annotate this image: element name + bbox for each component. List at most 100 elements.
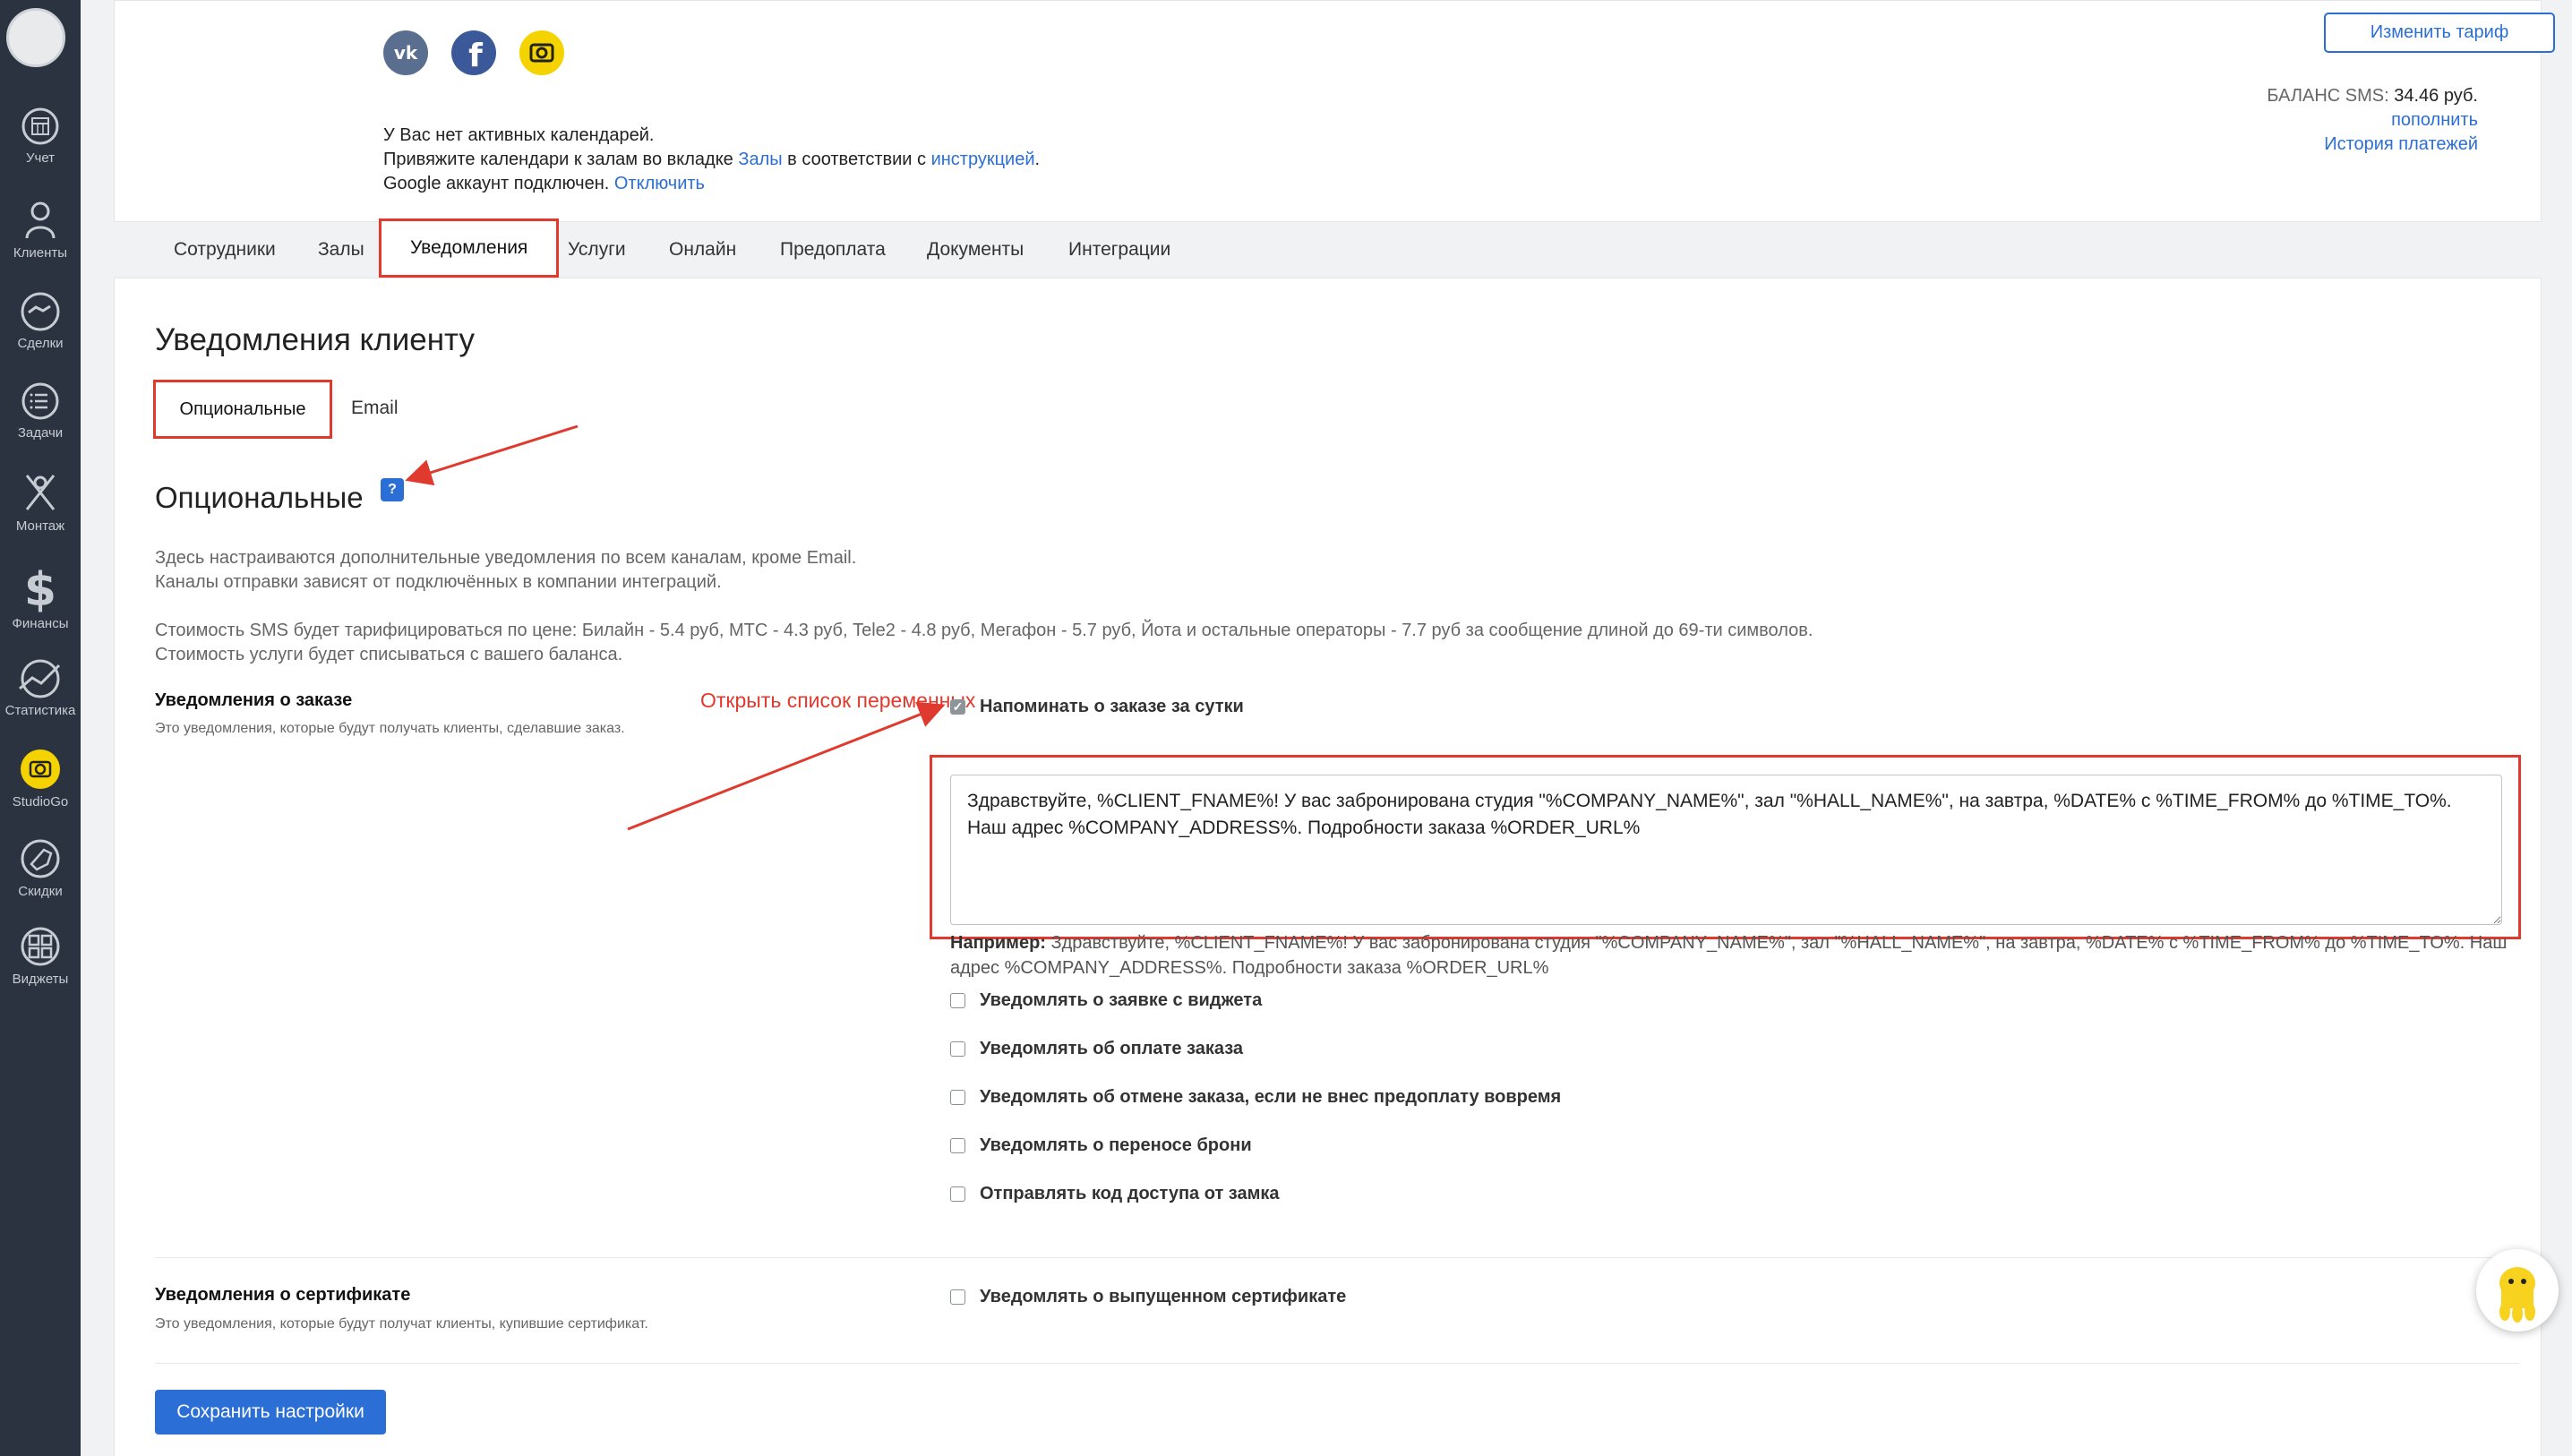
sidebar-item-discounts[interactable]: Скидки — [0, 837, 81, 927]
tab-notifications[interactable]: Уведомления — [379, 218, 560, 278]
tab-integrations[interactable]: Интеграции — [1068, 222, 1170, 278]
subtab-email[interactable]: Email — [351, 398, 399, 419]
dollar-icon: $ — [24, 564, 56, 612]
sidebar-item-label: Монтаж — [15, 518, 65, 534]
calendars-bind-hint: Привяжите календари к залам во вкладке З… — [383, 150, 1040, 170]
payment-history-link[interactable]: История платежей — [2324, 134, 2478, 155]
sidebar-item-label: Учет — [25, 150, 56, 166]
option-label: Уведомлять об оплате заказа — [980, 1039, 1244, 1058]
tab-halls[interactable]: Залы — [318, 222, 364, 278]
octopus-mascot-icon — [2499, 1267, 2535, 1323]
sidebar-item-widgets[interactable]: Виджеты — [0, 925, 81, 1015]
tab-services[interactable]: Услуги — [568, 222, 626, 278]
sidebar-item-label: Статистика — [4, 703, 76, 718]
order-notifications-subtitle: Это уведомления, которые будут получать … — [155, 721, 625, 736]
option-lock-code[interactable]: Отправлять код доступа от замка — [950, 1184, 1280, 1204]
option-checkbox[interactable] — [950, 1090, 965, 1105]
integrations-header: vk f У Вас нет активных календарей. Прив… — [114, 0, 2555, 222]
certificate-notifications-subtitle: Это уведомления, которые будут получат к… — [155, 1316, 648, 1332]
settings-tabs: Сотрудники Залы Уведомления Услуги Онлай… — [114, 218, 2542, 278]
change-tariff-button[interactable]: Изменить тариф — [2324, 13, 2555, 53]
widgets-icon — [21, 927, 60, 966]
halls-link[interactable]: Залы — [738, 150, 782, 169]
save-settings-button[interactable]: Сохранить настройки — [155, 1390, 386, 1435]
option-label: Уведомлять об отмене заказа, если не вне… — [980, 1087, 1562, 1107]
option-booking-reschedule[interactable]: Уведомлять о переносе брони — [950, 1135, 1252, 1156]
option-label: Отправлять код доступа от замка — [980, 1184, 1280, 1203]
tab-employees[interactable]: Сотрудники — [174, 222, 276, 278]
svg-text:$: $ — [24, 564, 56, 612]
example-label: Например: — [950, 933, 1046, 953]
sidebar: Учет Клиенты Сделки Задачи Монтаж $ Фина… — [0, 0, 81, 1456]
option-checkbox[interactable] — [950, 993, 965, 1008]
sidebar-item-montage[interactable]: Монтаж — [0, 470, 81, 560]
sidebar-item-label: StudioGo — [12, 794, 69, 809]
option-widget-request[interactable]: Уведомлять о заявке с виджета — [950, 990, 1262, 1011]
google-disconnect-link[interactable]: Отключить — [614, 174, 705, 193]
sidebar-item-label: Клиенты — [13, 245, 68, 261]
tab-online[interactable]: Онлайн — [669, 222, 736, 278]
balance-value: 34.46 руб. — [2394, 86, 2478, 106]
sidebar-item-label: Сделки — [17, 336, 64, 351]
topup-link[interactable]: пополнить — [2391, 110, 2478, 131]
sidebar-item-deals[interactable]: Сделки — [0, 291, 81, 381]
tag-icon — [21, 839, 60, 878]
calendar-icon — [21, 107, 59, 145]
sidebar-item-label: Финансы — [12, 616, 69, 631]
studiogo-icon[interactable] — [519, 30, 564, 75]
user-icon — [25, 201, 56, 239]
google-status: Google аккаунт подключен. Отключить — [383, 174, 705, 194]
sidebar-item-tasks[interactable]: Задачи — [0, 381, 81, 470]
tab-documents[interactable]: Документы — [927, 222, 1024, 278]
sidebar-item-label: Виджеты — [12, 972, 69, 987]
sidebar-item-studiogo[interactable]: StudioGo — [0, 748, 81, 837]
certificate-notifications-title: Уведомления о сертификате — [155, 1285, 411, 1305]
option-checkbox[interactable] — [950, 1186, 965, 1202]
option-checkbox[interactable] — [950, 1138, 965, 1153]
handshake-icon — [21, 292, 60, 331]
description-line: Стоимость SMS будет тарифицироваться по … — [155, 621, 1813, 640]
svg-text:f: f — [468, 38, 483, 74]
message-example: Например: Здравствуйте, %CLIENT_FNAME%! … — [950, 930, 2508, 981]
balance-label: БАЛАНС SMS: — [2267, 86, 2395, 106]
order-notifications-title: Уведомления о заказе — [155, 690, 353, 710]
vk-icon[interactable]: vk — [383, 30, 428, 75]
remind-message-textarea[interactable]: Здравствуйте, %CLIENT_FNAME%! У вас забр… — [950, 775, 2502, 925]
help-icon[interactable]: ? — [381, 478, 404, 501]
chart-icon — [19, 659, 61, 698]
option-label: Уведомлять о заявке с виджета — [980, 990, 1263, 1010]
instructions-link[interactable]: инструкцией — [931, 150, 1035, 169]
tab-prepayment[interactable]: Предоплата — [780, 222, 886, 278]
description-line: Здесь настраиваются дополнительные уведо… — [155, 548, 857, 568]
sms-balance: БАЛАНС SMS: 34.46 руб. — [2267, 86, 2478, 107]
checklist-icon — [21, 382, 59, 420]
description-line: Стоимость услуги будет списываться с ваш… — [155, 645, 623, 664]
option-checkbox[interactable] — [950, 1289, 965, 1305]
annotation-text: Открыть список переменных — [700, 689, 976, 712]
remind-order-checkbox[interactable]: ✓ — [950, 699, 965, 715]
divider — [155, 1257, 2519, 1258]
sidebar-item-clients[interactable]: Клиенты — [0, 197, 81, 287]
avatar[interactable] — [6, 8, 65, 67]
facebook-icon[interactable]: f — [451, 30, 496, 75]
calendars-status: У Вас нет активных календарей. — [383, 125, 655, 145]
sidebar-item-statistics[interactable]: Статистика — [0, 658, 81, 748]
option-label: Уведомлять о переносе брони — [980, 1135, 1252, 1155]
option-checkbox[interactable] — [950, 1041, 965, 1057]
hint-text: в соответствии с — [782, 150, 931, 169]
sidebar-item-finance[interactable]: $ Финансы — [0, 564, 81, 654]
chat-widget-button[interactable] — [2476, 1249, 2559, 1332]
option-order-cancel[interactable]: Уведомлять об отмене заказа, если не вне… — [950, 1087, 1561, 1108]
sidebar-item-label: Скидки — [18, 884, 63, 899]
subtab-optional[interactable]: Опциональные — [153, 380, 332, 439]
sidebar-item-label: Задачи — [17, 425, 64, 441]
hint-text: . — [1034, 150, 1041, 169]
page-title: Уведомления клиенту — [155, 322, 475, 357]
option-certificate-issued[interactable]: Уведомлять о выпущенном сертификате — [950, 1287, 1346, 1307]
remind-order-option[interactable]: ✓ Напоминать о заказе за сутки — [950, 697, 1244, 717]
option-label: Уведомлять о выпущенном сертификате — [980, 1287, 1347, 1306]
tools-icon — [25, 475, 56, 510]
option-order-payment[interactable]: Уведомлять об оплате заказа — [950, 1039, 1243, 1059]
description-line: Каналы отправки зависят от подключённых … — [155, 572, 722, 592]
sidebar-item-accounting[interactable]: Учет — [0, 106, 81, 195]
